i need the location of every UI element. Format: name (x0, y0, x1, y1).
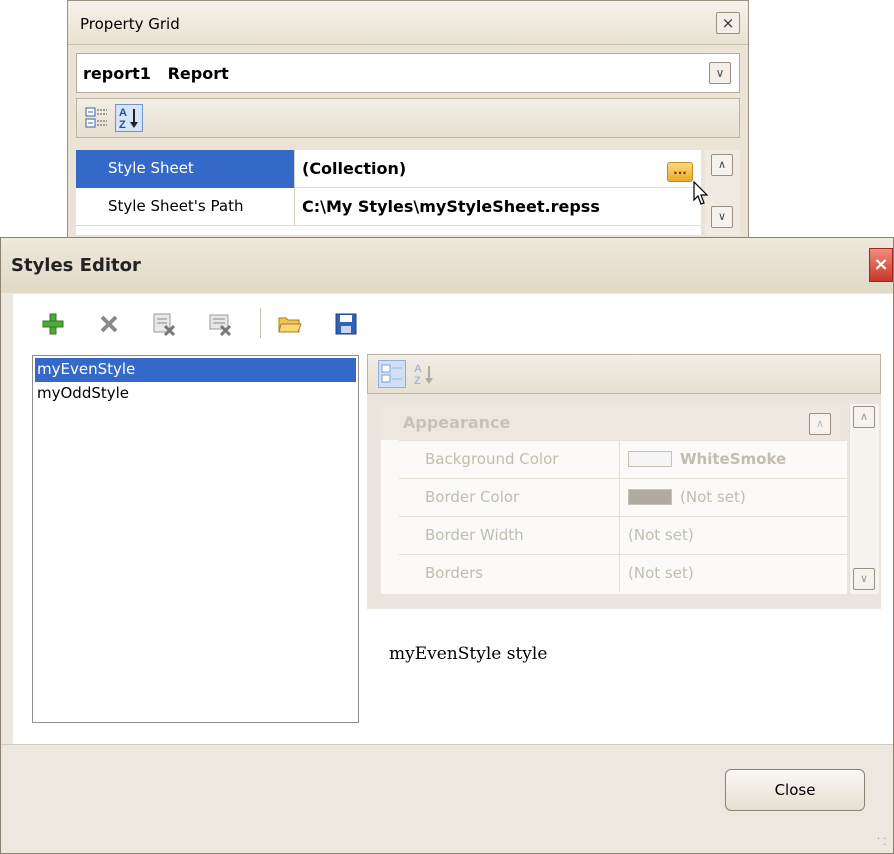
chevron-up-icon[interactable]: ∧ (853, 406, 875, 428)
property-value: (Not set) (628, 564, 694, 582)
chevron-down-icon[interactable]: ∨ (711, 206, 733, 228)
property-name: Style Sheet (76, 150, 295, 188)
delete-icon[interactable] (96, 311, 122, 337)
save-icon[interactable] (333, 311, 359, 337)
svg-text:Z: Z (119, 119, 126, 131)
property-grid-toolbar: A Z (76, 98, 740, 138)
property-grid-rows: Style Sheet (Collection) ... Style Sheet… (76, 150, 701, 235)
styles-editor-dialog: Styles Editor × myEvenStyle myOddStyle A… (0, 237, 894, 854)
styles-editor-titlebar: Styles Editor × (1, 238, 893, 293)
property-name: Borders (399, 555, 620, 592)
property-grid-window: Property Grid × report1 Report ∨ A Z Sty… (67, 0, 749, 250)
add-icon[interactable] (40, 311, 66, 337)
object-selector-value: report1 Report (83, 64, 229, 83)
alphabetical-sort-icon[interactable]: A Z (410, 360, 438, 388)
color-swatch (628, 451, 672, 467)
collapse-icon[interactable]: ∧ (809, 413, 831, 435)
divider (1, 744, 893, 745)
object-selector[interactable]: report1 Report ∨ (76, 53, 740, 93)
svg-text:Z: Z (414, 375, 421, 387)
list-item[interactable]: myEvenStyle (35, 358, 356, 382)
ellipsis-button[interactable]: ... (667, 162, 693, 182)
category-appearance[interactable]: Appearance ∧ (381, 404, 847, 440)
property-grid-title: Property Grid (80, 15, 180, 33)
style-description: myEvenStyle style (389, 644, 548, 664)
property-value: WhiteSmoke (628, 441, 847, 478)
color-swatch (628, 489, 672, 505)
property-value: C:\My Styles\myStyleSheet.repss (302, 197, 600, 216)
alphabetical-sort-icon[interactable]: A Z (115, 104, 143, 132)
svg-text:A: A (119, 107, 127, 119)
categorized-icon[interactable] (378, 360, 406, 388)
property-row-style-sheet[interactable]: Style Sheet (Collection) ... (76, 150, 701, 188)
property-row-style-sheet-path[interactable]: Style Sheet's Path C:\My Styles\myStyleS… (76, 188, 701, 226)
property-name: Background Color (399, 441, 620, 478)
chevron-up-icon[interactable]: ∧ (711, 154, 733, 176)
property-name: Border Width (399, 517, 620, 554)
property-row-border-width[interactable]: Border Width (Not set) (399, 516, 847, 554)
property-grid-titlebar: Property Grid × (68, 1, 748, 45)
open-folder-icon[interactable] (277, 311, 303, 337)
categorized-icon[interactable] (83, 104, 111, 132)
dialog-content: myEvenStyle myOddStyle A Z Appearance ∧ … (13, 294, 893, 744)
close-icon[interactable]: × (716, 12, 740, 34)
property-row-border-color[interactable]: Border Color (Not set) (399, 478, 847, 516)
property-value: (Not set) (628, 479, 847, 516)
styles-list[interactable]: myEvenStyle myOddStyle (32, 355, 359, 723)
toolbar-separator (260, 308, 261, 338)
style-grid-toolbar: A Z (367, 354, 881, 394)
property-name: Style Sheet's Path (76, 188, 295, 226)
chevron-down-icon[interactable]: ∨ (853, 568, 875, 590)
purge-icon[interactable] (207, 311, 233, 337)
mouse-cursor-icon (693, 180, 709, 205)
style-grid-rows: Appearance ∧ Background Color WhiteSmoke… (381, 404, 847, 594)
chevron-down-icon[interactable]: ∨ (709, 62, 731, 84)
property-value: (Collection) (302, 159, 407, 178)
remove-unused-icon[interactable] (151, 311, 177, 337)
svg-text:A: A (414, 363, 422, 375)
resize-grip-icon[interactable]: · · · (877, 835, 889, 851)
category-label: Appearance (403, 413, 511, 432)
dialog-title: Styles Editor (11, 255, 141, 276)
close-icon[interactable]: × (869, 248, 893, 282)
property-name: Border Color (399, 479, 620, 516)
close-button[interactable]: Close (725, 769, 865, 811)
property-value: (Not set) (628, 526, 694, 544)
list-item[interactable]: myOddStyle (35, 382, 356, 406)
property-row-borders[interactable]: Borders (Not set) (399, 554, 847, 592)
style-grid-scrollbar[interactable]: ∧ ∨ (849, 404, 879, 594)
style-property-grid: A Z Appearance ∧ Background Color WhiteS… (367, 354, 881, 609)
property-row-background-color[interactable]: Background Color WhiteSmoke (399, 440, 847, 478)
